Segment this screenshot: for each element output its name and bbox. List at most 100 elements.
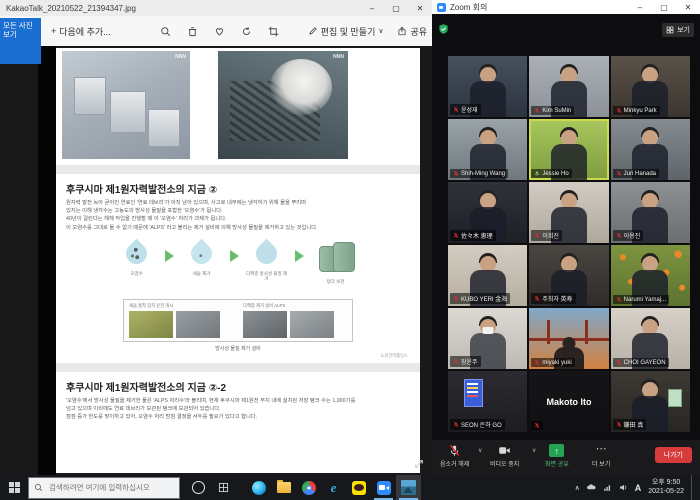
participant-tile[interactable]: Narumi Yamaj... xyxy=(611,245,690,306)
share-button[interactable]: 공유 xyxy=(390,25,434,38)
crop-icon[interactable] xyxy=(260,26,287,37)
muted-mic-icon xyxy=(534,107,540,114)
view-button[interactable]: 보기 xyxy=(662,23,694,37)
taskbar-item-chrome[interactable] xyxy=(296,475,321,500)
storage-tank-icon xyxy=(319,242,353,272)
participant-name: Juri Hanada xyxy=(624,171,656,177)
zoom-app-icon xyxy=(437,3,446,12)
task-view-button[interactable] xyxy=(211,475,236,500)
participant-tile[interactable]: Juri Hanada xyxy=(611,119,690,180)
taskbar-item-zoom[interactable] xyxy=(371,475,396,500)
video-options-caret[interactable]: ∨ xyxy=(532,447,536,454)
windows-logo-icon xyxy=(9,482,20,493)
volume-icon[interactable] xyxy=(619,483,628,492)
unmute-button[interactable]: 음소거 해제 xyxy=(440,444,469,468)
muted-mic-icon xyxy=(534,295,540,302)
minimize-button[interactable]: – xyxy=(360,0,384,16)
participant-tile[interactable]: 이용진 xyxy=(611,182,690,243)
windows-taskbar: e ∧ A 오후 9:50 2021-05-22 xyxy=(0,475,700,500)
water-treatment-diagram: 오염수 세슘 제거 다핵종 방사성 물질 제거 xyxy=(56,237,420,297)
muted-mic-icon xyxy=(616,359,622,366)
leave-meeting-button[interactable]: 나가기 xyxy=(655,447,692,463)
close-button[interactable]: ✕ xyxy=(676,0,700,14)
section2-body: '오염수'에서 방사성 물질을 제거한 물은 'ALPS 처리수'라 불리며, … xyxy=(66,397,410,422)
taskbar-item-edge[interactable] xyxy=(246,475,271,500)
see-all-photos-button[interactable]: 모든 사진 보기 xyxy=(0,18,41,64)
zoom-titlebar: Zoom 회의 – ▢ ✕ xyxy=(432,0,700,14)
participant-tile[interactable]: 주최자 英寿 xyxy=(529,245,608,306)
participant-tile[interactable]: 이희진 xyxy=(529,182,608,243)
document-page: NNN NNN 후쿠시마 제1원자력발전소의 지금 ② 원자력 발전 녹아 굳어… xyxy=(56,48,420,473)
participant-grid: 윤성재Kim SuMin Minkyu Park Shih-Ming Wang Jes… xyxy=(448,56,690,432)
cortana-button[interactable] xyxy=(186,475,211,500)
encryption-shield-icon[interactable] xyxy=(438,23,449,35)
section-divider xyxy=(56,165,420,174)
muted-mic-icon xyxy=(616,170,622,177)
section-divider xyxy=(56,363,420,372)
rotate-icon[interactable] xyxy=(233,26,260,37)
participant-tile[interactable]: SEON 은하 GO xyxy=(448,371,527,432)
share-screen-button[interactable]: ↑ 화면 공유 xyxy=(545,444,569,468)
clock-time: 오후 9:50 xyxy=(652,479,680,486)
participant-tile[interactable]: CHOI GAYEON xyxy=(611,308,690,369)
taskbar-item-photos[interactable] xyxy=(396,475,421,500)
more-button[interactable]: ⋯ 더 보기 xyxy=(592,444,610,468)
participant-name: 이희진 xyxy=(542,231,559,240)
participant-tile[interactable]: 佐々木 恵理 xyxy=(448,182,527,243)
participant-tile[interactable]: miyaki yuki xyxy=(529,308,608,369)
taskbar-item-kakaotalk[interactable] xyxy=(346,475,371,500)
flow-arrow-icon xyxy=(165,250,174,262)
ellipsis-icon: ⋯ xyxy=(596,444,607,457)
equipment-photo-box: 세슘 흡착 장치 운전 개시 다핵종 제거 설비 ALPS xyxy=(123,299,353,342)
muted-mic-icon xyxy=(616,296,622,303)
participant-name: 이용진 xyxy=(624,231,641,240)
network-icon[interactable] xyxy=(603,483,612,492)
book-cover xyxy=(464,379,483,407)
maximize-button[interactable]: ▢ xyxy=(384,0,408,16)
maximize-button[interactable]: ▢ xyxy=(652,0,676,14)
add-to-button[interactable]: + 다음에 추가... xyxy=(44,25,118,38)
diagram-caption: 방사성 물질 제거 설비 xyxy=(56,345,420,352)
close-button[interactable]: ✕ xyxy=(408,0,432,16)
onedrive-icon[interactable] xyxy=(587,483,596,492)
participant-tile[interactable]: Shih-Ming Wang xyxy=(448,119,527,180)
taskbar-search[interactable] xyxy=(28,477,180,499)
muted-mic-icon xyxy=(453,421,459,428)
tray-expand-icon[interactable]: ∧ xyxy=(575,484,580,492)
fullscreen-arrow-icon[interactable] xyxy=(414,459,424,469)
delete-icon[interactable] xyxy=(179,26,206,37)
taskbar-item-explorer[interactable] xyxy=(271,475,296,500)
participant-tile[interactable]: Kim SuMin xyxy=(529,56,608,117)
participant-tile[interactable]: Makoto Ito xyxy=(529,371,608,432)
taskbar-clock[interactable]: 오후 9:50 2021-05-22 xyxy=(648,479,684,497)
participant-tile[interactable]: Minkyu Park xyxy=(611,56,690,117)
plant-intact-photo: NNN xyxy=(62,51,190,159)
taskbar-item-ie[interactable]: e xyxy=(321,475,346,500)
minimize-button[interactable]: – xyxy=(628,0,652,14)
photo-viewer-canvas: NNN NNN 후쿠시마 제1원자력발전소의 지금 ② 원자력 발전 녹아 굳어… xyxy=(0,46,432,475)
participant-tile[interactable]: Jessie Ho xyxy=(529,119,608,180)
participant-tile[interactable]: 鎌田 真 xyxy=(611,371,690,432)
participant-tile[interactable]: KUBO YERI 金海 xyxy=(448,245,527,306)
favorite-heart-icon[interactable] xyxy=(206,26,233,37)
edit-create-button[interactable]: 편집 및 만들기 ∨ xyxy=(301,25,391,38)
muted-mic-icon xyxy=(448,444,461,457)
muted-mic-icon xyxy=(534,170,540,177)
zoom-window-title: Zoom 회의 xyxy=(450,2,487,13)
participant-tile[interactable]: 윤성재 xyxy=(448,56,527,117)
participant-tile[interactable]: 장윤주 xyxy=(448,308,527,369)
ime-indicator[interactable]: A xyxy=(635,483,642,493)
photo-letterbox xyxy=(38,46,56,475)
show-desktop-button[interactable] xyxy=(691,475,696,500)
start-button[interactable] xyxy=(0,475,28,500)
photos-titlebar: KakaoTalk_20210522_21394347.jpg – ▢ ✕ xyxy=(0,0,432,16)
zoom-icon[interactable] xyxy=(152,26,179,37)
zoom-meeting-area: 보기 윤성재Kim SuMin Minkyu Park Shih-Ming Wang… xyxy=(432,14,700,475)
zoom-window: Zoom 회의 – ▢ ✕ 보기 윤성재Kim SuMin Minkyu Park… xyxy=(432,0,700,475)
mic-options-caret[interactable]: ∨ xyxy=(478,447,482,454)
internet-explorer-icon: e xyxy=(331,480,337,496)
stop-video-button[interactable]: 비디오 중지 xyxy=(490,444,519,468)
search-input[interactable] xyxy=(47,482,169,493)
participant-name: Jessie Ho xyxy=(542,171,568,177)
participant-name: Minkyu Park xyxy=(624,108,657,114)
